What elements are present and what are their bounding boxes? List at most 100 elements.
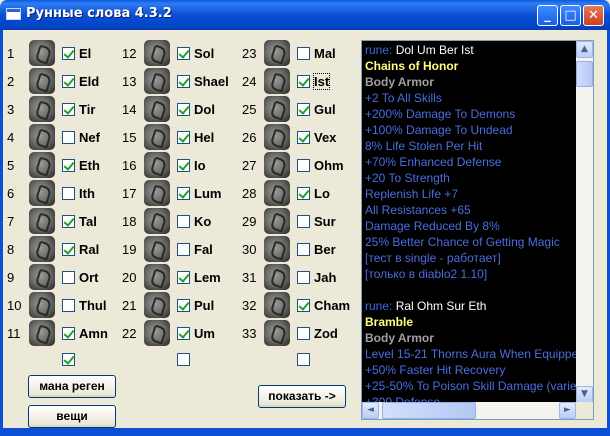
rune-nef-label[interactable]: Nef bbox=[79, 130, 100, 145]
rune-jah-checkbox[interactable] bbox=[297, 271, 310, 284]
rune-lo-label[interactable]: Lo bbox=[314, 186, 330, 201]
horizontal-scrollbar[interactable]: ◄ ► bbox=[362, 402, 576, 419]
rune-um-checkbox[interactable] bbox=[177, 327, 190, 340]
column-2-toggle-checkbox[interactable] bbox=[177, 353, 190, 366]
rune-hel-label[interactable]: Hel bbox=[194, 130, 214, 145]
rune-cham-label[interactable]: Cham bbox=[314, 298, 350, 313]
rune-mal-checkbox[interactable] bbox=[297, 47, 310, 60]
rune-fal-checkbox[interactable] bbox=[177, 243, 190, 256]
rune-nef-checkbox[interactable] bbox=[62, 131, 75, 144]
rune-ko-label[interactable]: Ko bbox=[194, 214, 211, 229]
rune-mal-label[interactable]: Mal bbox=[314, 46, 336, 61]
scroll-left-icon[interactable]: ◄ bbox=[362, 402, 379, 419]
scroll-up-icon[interactable]: ▲ bbox=[576, 41, 593, 58]
rune-um-label[interactable]: Um bbox=[194, 326, 215, 341]
rune-fal-icon bbox=[144, 236, 170, 262]
rune-lem-checkbox[interactable] bbox=[177, 271, 190, 284]
rune-number-cham: 32 bbox=[242, 298, 257, 313]
show-button[interactable]: показать -> bbox=[258, 385, 346, 408]
vertical-scroll-thumb[interactable] bbox=[576, 61, 593, 87]
mana-regen-button[interactable]: мана реген bbox=[28, 375, 116, 398]
rune-ith-label[interactable]: Ith bbox=[79, 186, 95, 201]
runeword-stat: All Resistances +65 bbox=[365, 203, 471, 217]
rune-number-lum: 17 bbox=[122, 186, 137, 201]
scroll-down-icon[interactable]: ▼ bbox=[576, 386, 593, 403]
horizontal-scroll-thumb[interactable] bbox=[382, 402, 476, 419]
rune-tir-label[interactable]: Tir bbox=[79, 102, 95, 117]
column-1-toggle-checkbox[interactable] bbox=[62, 353, 75, 366]
rune-eth-checkbox[interactable] bbox=[62, 159, 75, 172]
rune-vex-checkbox[interactable] bbox=[297, 131, 310, 144]
rune-cham-checkbox[interactable] bbox=[297, 299, 310, 312]
runeword-stat: 8% Life Stolen Per Hit bbox=[365, 139, 483, 153]
rune-eld-checkbox[interactable] bbox=[62, 75, 75, 88]
rune-lo-checkbox[interactable] bbox=[297, 187, 310, 200]
rune-prefix-label: rune: bbox=[365, 43, 393, 57]
rune-io-label[interactable]: Io bbox=[194, 158, 206, 173]
rune-ohm-label[interactable]: Ohm bbox=[314, 158, 344, 173]
rune-el-checkbox[interactable] bbox=[62, 47, 75, 60]
rune-dol-label[interactable]: Dol bbox=[194, 102, 215, 117]
rune-eld-label[interactable]: Eld bbox=[79, 74, 99, 89]
rune-zod-label[interactable]: Zod bbox=[314, 326, 338, 341]
rune-amn-label[interactable]: Amn bbox=[79, 326, 108, 341]
rune-sol-label[interactable]: Sol bbox=[194, 46, 214, 61]
rune-tal-checkbox[interactable] bbox=[62, 215, 75, 228]
rune-gul-checkbox[interactable] bbox=[297, 103, 310, 116]
rune-el-label[interactable]: El bbox=[79, 46, 91, 61]
column-3-toggle-checkbox[interactable] bbox=[297, 353, 310, 366]
rune-eth-label[interactable]: Eth bbox=[79, 158, 100, 173]
rune-shael-checkbox[interactable] bbox=[177, 75, 190, 88]
rune-number-vex: 26 bbox=[242, 130, 257, 145]
maximize-button[interactable]: □ bbox=[560, 5, 581, 26]
rune-shael-label[interactable]: Shael bbox=[194, 74, 229, 89]
rune-ber-checkbox[interactable] bbox=[297, 243, 310, 256]
rune-number-ort: 9 bbox=[7, 270, 15, 285]
rune-ith-checkbox[interactable] bbox=[62, 187, 75, 200]
rune-fal-label[interactable]: Fal bbox=[194, 242, 213, 257]
rune-ort-label[interactable]: Ort bbox=[79, 270, 99, 285]
rune-zod-checkbox[interactable] bbox=[297, 327, 310, 340]
rune-tir-checkbox[interactable] bbox=[62, 103, 75, 116]
close-button[interactable]: ✕ bbox=[583, 5, 604, 26]
scroll-right-icon[interactable]: ► bbox=[559, 402, 576, 419]
rune-thul-label[interactable]: Thul bbox=[79, 298, 106, 313]
items-button[interactable]: вещи bbox=[28, 405, 116, 428]
rune-tal-label[interactable]: Tal bbox=[79, 214, 97, 229]
rune-pul-label[interactable]: Pul bbox=[194, 298, 214, 313]
rune-vex-label[interactable]: Vex bbox=[314, 130, 336, 145]
rune-ko-checkbox[interactable] bbox=[177, 215, 190, 228]
rune-ral-checkbox[interactable] bbox=[62, 243, 75, 256]
rune-gul-label[interactable]: Gul bbox=[314, 102, 336, 117]
rune-ist-label[interactable]: Ist bbox=[312, 73, 331, 90]
rune-lum-label[interactable]: Lum bbox=[194, 186, 221, 201]
vertical-scrollbar[interactable]: ▲ ▼ bbox=[576, 41, 593, 403]
rune-sur-checkbox[interactable] bbox=[297, 215, 310, 228]
rune-ber-label[interactable]: Ber bbox=[314, 242, 336, 257]
rune-sur-label[interactable]: Sur bbox=[314, 214, 336, 229]
rune-lum-icon bbox=[144, 180, 170, 206]
runeword-results-textbox[interactable]: rune: Dol Um Ber Ist Chains of Honor Body … bbox=[361, 40, 594, 420]
rune-nef-icon bbox=[29, 124, 55, 150]
rune-ist-checkbox[interactable] bbox=[297, 75, 310, 88]
rune-dol-icon bbox=[144, 96, 170, 122]
rune-sol-checkbox[interactable] bbox=[177, 47, 190, 60]
rune-ral-label[interactable]: Ral bbox=[79, 242, 99, 257]
rune-lem-label[interactable]: Lem bbox=[194, 270, 221, 285]
rune-pul-checkbox[interactable] bbox=[177, 299, 190, 312]
rune-jah-label[interactable]: Jah bbox=[314, 270, 336, 285]
rune-ort-checkbox[interactable] bbox=[62, 271, 75, 284]
rune-dol-checkbox[interactable] bbox=[177, 103, 190, 116]
rune-lum-checkbox[interactable] bbox=[177, 187, 190, 200]
rune-thul-checkbox[interactable] bbox=[62, 299, 75, 312]
app-icon bbox=[6, 8, 21, 20]
rune-ohm-checkbox[interactable] bbox=[297, 159, 310, 172]
rune-number-hel: 15 bbox=[122, 130, 137, 145]
minimize-button[interactable]: _ bbox=[537, 5, 558, 26]
rune-ist-icon bbox=[264, 68, 290, 94]
runeword-stat: +50% Faster Hit Recovery bbox=[365, 363, 506, 377]
rune-amn-checkbox[interactable] bbox=[62, 327, 75, 340]
rune-sequence: Dol Um Ber Ist bbox=[392, 43, 474, 57]
rune-io-checkbox[interactable] bbox=[177, 159, 190, 172]
rune-hel-checkbox[interactable] bbox=[177, 131, 190, 144]
